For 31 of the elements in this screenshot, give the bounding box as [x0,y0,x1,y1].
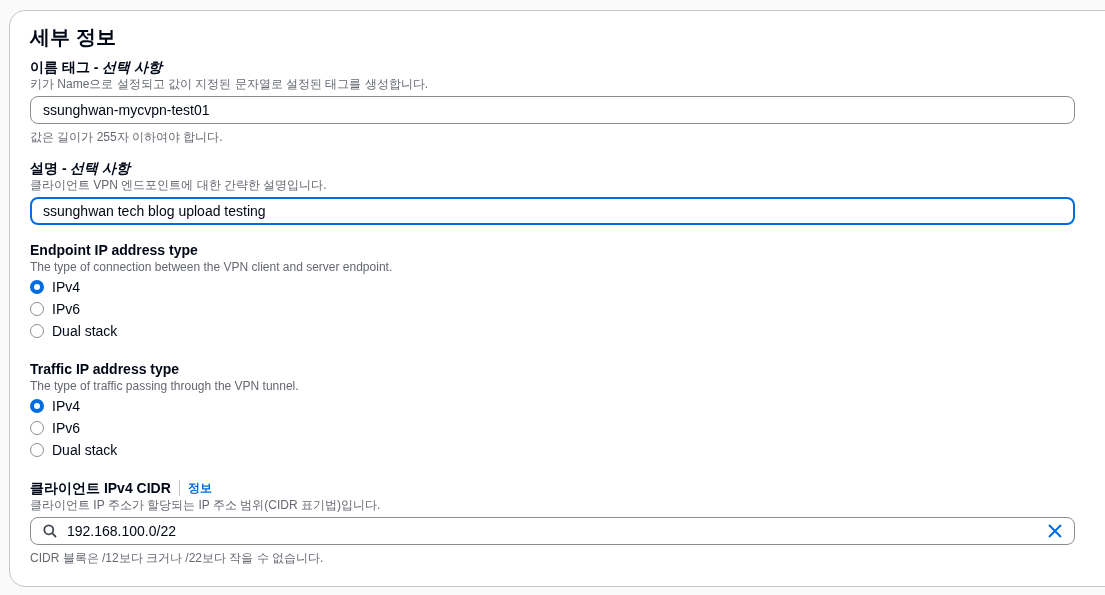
clear-icon[interactable] [1048,524,1062,538]
radio-button[interactable] [30,324,44,338]
cidr-search-field[interactable]: 192.168.100.0/22 [30,517,1075,545]
field-label: Endpoint IP address type [30,241,199,259]
radio-button[interactable] [30,421,44,435]
radio-label[interactable]: IPv6 [52,301,80,317]
radio-button[interactable] [30,302,44,316]
radio-label[interactable]: IPv4 [52,279,80,295]
radio-button[interactable] [30,280,44,294]
radio-button[interactable] [30,399,44,413]
name-tag-input[interactable]: ssunghwan-mycvpn-test01 [30,96,1075,124]
search-icon [43,524,57,538]
radio-label[interactable]: IPv4 [52,398,80,414]
field-description: 클라이언트 IP 주소가 할당되는 IP 주소 범위(CIDR 표기법)입니다. [30,497,382,513]
field-label: 이름 태그 - 선택 사항 [30,58,165,76]
radio-label[interactable]: IPv6 [52,420,80,436]
field-description: The type of connection between the VPN client and server endpoint. [30,259,394,275]
radio-button[interactable] [30,443,44,457]
field-label: 클라이언트 IPv4 CIDR [30,479,171,497]
field-description: 클라이언트 VPN 엔드포인트에 대한 간략한 설명입니다. [30,177,328,193]
info-link[interactable]: 정보 [187,479,212,497]
section-title: 세부 정보 [30,25,117,49]
field-label: 설명 - 선택 사항 [30,159,133,177]
field-description: 키가 Name으로 설정되고 값이 지정된 문자열로 설정된 태그를 생성합니다. [30,76,429,92]
field-hint: 값은 길이가 255자 이하여야 합니다. [30,129,224,145]
field-label: Traffic IP address type [30,360,181,378]
field-description: The type of traffic passing through the VPN tunnel. [30,378,300,394]
radio-label[interactable]: Dual stack [52,442,118,458]
radio-label[interactable]: Dual stack [52,323,118,339]
description-input[interactable]: ssunghwan tech blog upload testing [30,197,1075,225]
field-hint: CIDR 블록은 /12보다 크거나 /22보다 작을 수 없습니다. [30,550,325,566]
